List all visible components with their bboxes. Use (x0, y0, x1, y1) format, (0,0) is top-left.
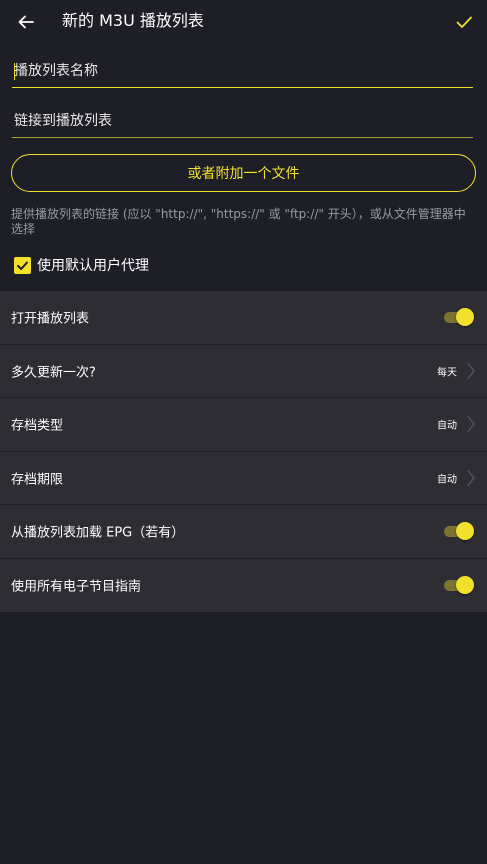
toggle-thumb (456, 308, 474, 327)
page-title: 新的 M3U 播放列表 (62, 11, 204, 30)
confirm-button[interactable] (450, 8, 478, 36)
check-icon (456, 16, 472, 28)
setting-label: 多久更新一次? (11, 365, 96, 381)
setting-value: 自动 (437, 474, 457, 486)
arrow-left-icon (18, 15, 34, 29)
setting-archive-period[interactable]: 存档期限 自动 (0, 452, 487, 505)
setting-label: 存档类型 (11, 418, 64, 434)
app-bar: 新的 M3U 播放列表 (0, 0, 487, 44)
setting-value: 自动 (437, 420, 457, 432)
setting-open-playlist[interactable]: 打开播放列表 (0, 291, 487, 345)
playlist-name-input[interactable] (12, 58, 473, 88)
attach-file-label: 或者附加一个文件 (187, 166, 300, 182)
setting-update-frequency[interactable]: 多久更新一次? 每天 (0, 345, 487, 398)
setting-value: 每天 (437, 367, 457, 379)
back-button[interactable] (12, 8, 40, 36)
setting-archive-type[interactable]: 存档类型 自动 (0, 398, 487, 452)
setting-label: 从播放列表加载 EPG（若有） (11, 525, 185, 541)
attach-file-button[interactable]: 或者附加一个文件 (11, 154, 476, 192)
toggle-thumb (456, 522, 474, 541)
setting-use-all-epg[interactable]: 使用所有电子节目指南 (0, 559, 487, 613)
setting-label: 使用所有电子节目指南 (11, 579, 142, 595)
settings-list: 打开播放列表 多久更新一次? 每天 存档类型 自动 存档期限 自动 从播放列表加… (0, 291, 487, 612)
playlist-link-input[interactable] (12, 108, 473, 138)
default-user-agent-label: 使用默认用户代理 (37, 258, 149, 274)
setting-label: 存档期限 (11, 472, 64, 488)
default-user-agent-checkbox[interactable]: 使用默认用户代理 (14, 253, 149, 277)
check-icon (17, 261, 28, 270)
use-all-epg-toggle[interactable] (444, 575, 474, 595)
setting-label: 打开播放列表 (11, 311, 90, 327)
toggle-thumb (456, 576, 474, 595)
chevron-right-icon (467, 416, 475, 433)
chevron-right-icon (467, 469, 475, 486)
load-epg-toggle[interactable] (444, 521, 474, 541)
setting-load-epg[interactable]: 从播放列表加载 EPG（若有） (0, 505, 487, 559)
checkbox-checked[interactable] (14, 256, 31, 274)
open-playlist-toggle[interactable] (444, 307, 474, 327)
chevron-right-icon (467, 362, 475, 379)
link-hint-text: 提供播放列表的链接 (应以 "http://", "https://" 或 "f… (11, 207, 466, 236)
text-caret (14, 63, 15, 80)
